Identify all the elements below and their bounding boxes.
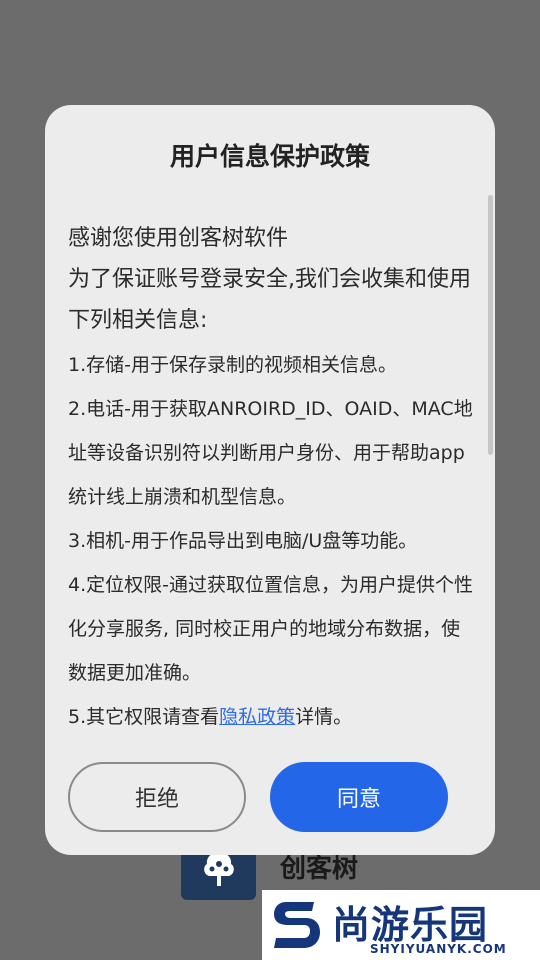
watermark-url: SHYIYUANYK.COM xyxy=(370,942,507,956)
other-suffix: 详情。 xyxy=(295,706,353,728)
watermark-logo-icon xyxy=(274,902,320,948)
content-scrollbar[interactable] xyxy=(488,195,493,455)
permission-item-camera: 3.相机-用于作品导出到电脑/U盘等功能。 xyxy=(68,530,418,552)
permission-item-other: 5.其它权限请查看隐私政策详情。 xyxy=(68,695,478,739)
dialog-content: 感谢您使用创客树软件 为了保证账号登录安全,我们会收集和使用下列相关信息: 1.… xyxy=(68,218,478,739)
permission-item-location: 4.定位权限-通过获取位置信息，为用户提供个性化分享服务, 同时校正用户的地域分… xyxy=(68,574,473,684)
other-prefix: 5.其它权限请查看 xyxy=(68,706,220,728)
intro-line: 为了保证账号登录安全,我们会收集和使用下列相关信息: xyxy=(68,267,471,333)
permission-item-storage: 1.存储-用于保存录制的视频相关信息。 xyxy=(68,354,397,376)
privacy-policy-link[interactable]: 隐私政策 xyxy=(219,706,295,728)
watermark-text: 尚游乐园 xyxy=(332,903,489,947)
intro-line: 感谢您使用创客树软件 xyxy=(68,226,289,251)
permission-item-phone: 2.电话-用于获取ANROIRD_ID、OAID、MAC地址等设备识别符以判断用… xyxy=(68,398,473,508)
screen-overlay: 创客树 用户信息保护政策 感谢您使用创客树软件 为了保证账号登录安全,我们会收集… xyxy=(0,0,540,960)
reject-button[interactable]: 拒绝 xyxy=(68,762,246,832)
watermark: 尚游乐园 SHYIYUANYK.COM xyxy=(262,890,540,960)
dialog-title: 用户信息保护政策 xyxy=(169,142,370,171)
privacy-dialog: 用户信息保护政策 感谢您使用创客树软件 为了保证账号登录安全,我们会收集和使用下… xyxy=(45,105,495,855)
agree-button[interactable]: 同意 xyxy=(270,762,448,832)
